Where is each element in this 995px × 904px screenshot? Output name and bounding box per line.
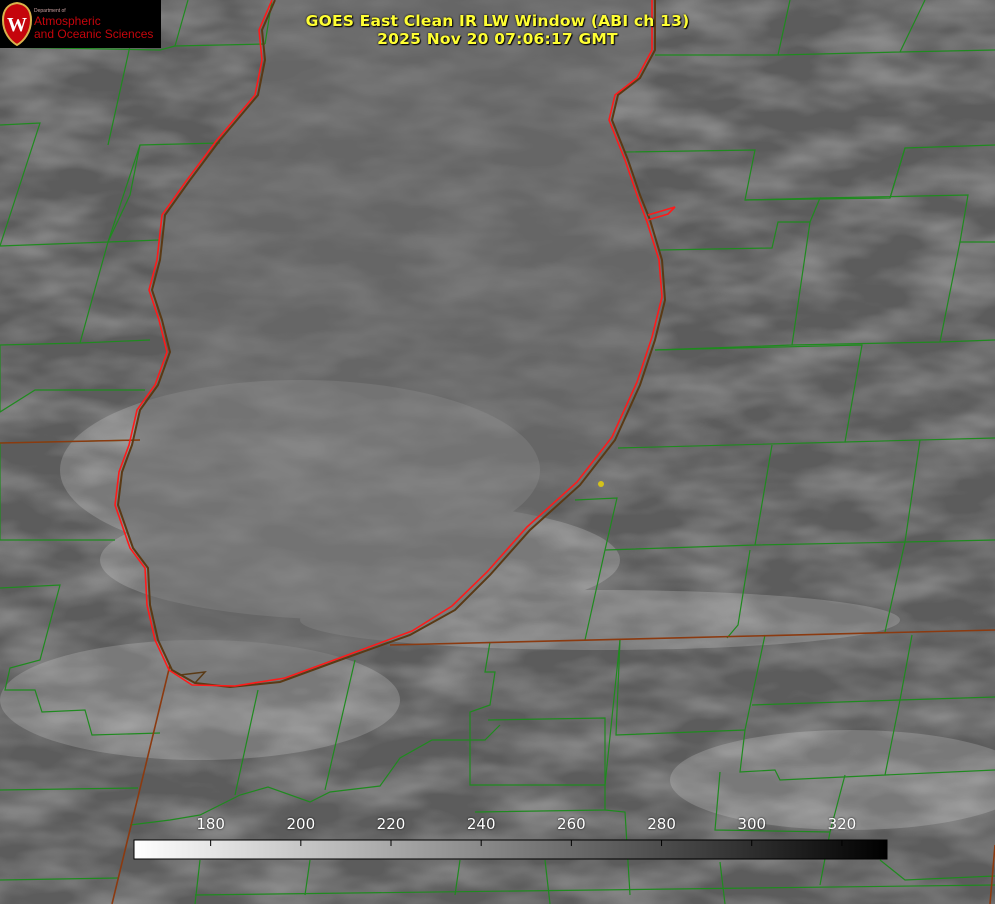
colorbar-tick-label: 260 — [557, 815, 586, 833]
colorbar-tick-label: 180 — [196, 815, 225, 833]
image-title: GOES East Clean IR LW Window (ABI ch 13) — [305, 12, 690, 30]
colorbar-tick-label: 240 — [466, 815, 496, 833]
colorbar-tick-label: 200 — [286, 815, 316, 833]
colorbar-tick-label: 320 — [827, 815, 857, 833]
colorbar-tick-label: 220 — [376, 815, 406, 833]
colorbar-tick-label: 280 — [647, 815, 676, 833]
colorbar — [133, 839, 888, 860]
colorbar-tick-label: 300 — [737, 815, 767, 833]
image-timestamp: 2025 Nov 20 07:06:17 GMT — [377, 30, 618, 48]
station-marker-icon — [598, 481, 604, 487]
satellite-map — [0, 0, 995, 904]
